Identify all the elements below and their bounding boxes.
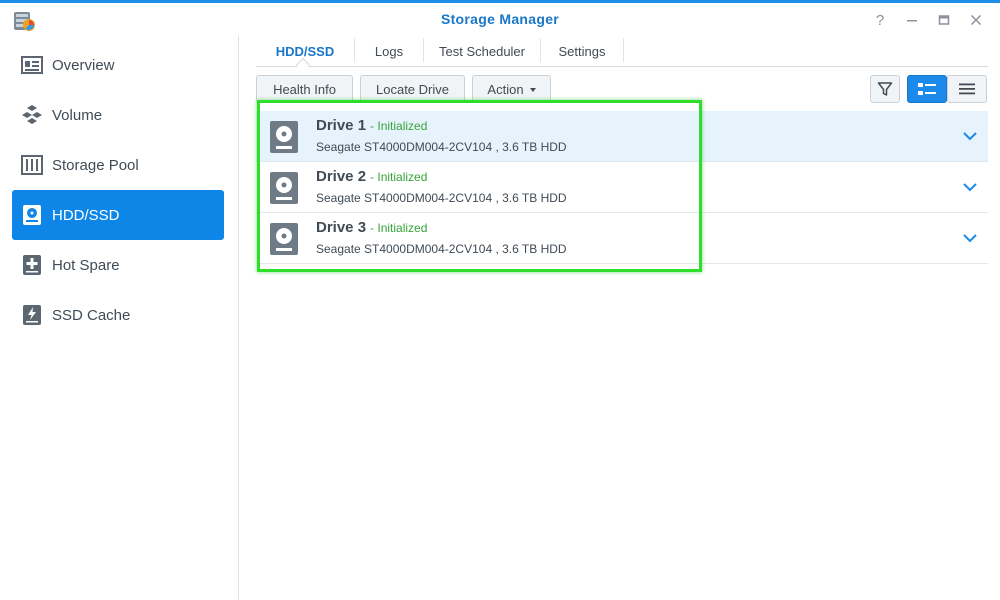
status-badge: - Initialized — [370, 221, 428, 235]
hdd-icon — [270, 121, 298, 153]
hdd-icon — [270, 223, 298, 255]
main-panel: HDD/SSD Logs Test Scheduler Settings Hea… — [240, 36, 1000, 600]
drive-name-text: Drive 1 — [316, 117, 367, 134]
sidebar-item-label: HDD/SSD — [52, 206, 120, 224]
sidebar-item-label: Storage Pool — [52, 156, 139, 174]
chevron-down-icon[interactable] — [962, 179, 978, 195]
sidebar: Overview Volume Storage Pool HDD/SSD Hot… — [0, 36, 239, 600]
tab-bar: HDD/SSD Logs Test Scheduler Settings — [256, 36, 988, 73]
list-detail-view-icon — [918, 83, 936, 95]
action-button-label: Action — [487, 81, 524, 97]
sidebar-item-ssd-cache[interactable]: SSD Cache — [12, 290, 224, 340]
hot-spare-icon — [21, 254, 43, 276]
maximize-icon[interactable] — [933, 9, 955, 31]
status-badge: - Initialized — [370, 119, 428, 133]
sidebar-item-hdd-ssd[interactable]: HDD/SSD — [12, 190, 224, 240]
drive-name: Drive 3- Initialized — [316, 219, 427, 236]
sidebar-item-label: Hot Spare — [52, 256, 120, 274]
hdd-icon — [270, 172, 298, 204]
chevron-down-icon[interactable] — [962, 128, 978, 144]
volume-icon — [21, 104, 43, 126]
filter-icon — [877, 82, 893, 96]
storage-pool-icon — [21, 154, 43, 176]
sidebar-item-label: Overview — [52, 56, 115, 74]
drive-name-text: Drive 2 — [316, 168, 367, 185]
action-button[interactable]: Action — [472, 75, 551, 103]
tab-test-scheduler[interactable]: Test Scheduler — [424, 36, 540, 66]
tab-settings[interactable]: Settings — [541, 36, 623, 66]
drive-description: Seagate ST4000DM004-2CV104 , 3.6 TB HDD — [316, 140, 567, 154]
sidebar-item-label: Volume — [52, 106, 103, 124]
ssd-cache-icon — [21, 304, 43, 326]
drive-description: Seagate ST4000DM004-2CV104 , 3.6 TB HDD — [316, 191, 567, 205]
chevron-down-icon[interactable] — [962, 230, 978, 246]
drive-description: Seagate ST4000DM004-2CV104 , 3.6 TB HDD — [316, 242, 567, 256]
health-info-button[interactable]: Health Info — [256, 75, 353, 103]
sidebar-item-hot-spare[interactable]: Hot Spare — [12, 240, 224, 290]
list-item[interactable]: Drive 3- Initialized Seagate ST4000DM004… — [256, 213, 988, 264]
list-item[interactable]: Drive 1- Initialized Seagate ST4000DM004… — [256, 111, 988, 162]
drive-name: Drive 1- Initialized — [316, 117, 427, 134]
close-icon[interactable] — [965, 9, 987, 31]
sidebar-item-volume[interactable]: Volume — [12, 90, 224, 140]
window-title: Storage Manager — [440, 11, 560, 27]
tab-divider — [623, 38, 624, 62]
detail-view-button[interactable] — [907, 75, 947, 103]
help-icon[interactable]: ? — [869, 9, 891, 31]
list-compact-view-icon — [959, 83, 975, 95]
title-bar: Storage Manager ? — [0, 0, 1000, 36]
filter-button[interactable] — [870, 75, 900, 103]
sidebar-item-storage-pool[interactable]: Storage Pool — [12, 140, 224, 190]
drive-name-text: Drive 3 — [316, 219, 367, 236]
hdd-icon — [21, 204, 43, 226]
drive-name: Drive 2- Initialized — [316, 168, 427, 185]
locate-drive-button[interactable]: Locate Drive — [360, 75, 465, 103]
sidebar-item-label: SSD Cache — [52, 306, 131, 324]
status-badge: - Initialized — [370, 170, 428, 184]
overview-icon — [21, 54, 43, 76]
tab-logs[interactable]: Logs — [355, 36, 423, 66]
compact-view-button[interactable] — [947, 75, 987, 103]
sidebar-item-overview[interactable]: Overview — [12, 40, 224, 90]
minimize-icon[interactable] — [901, 9, 923, 31]
list-item[interactable]: Drive 2- Initialized Seagate ST4000DM004… — [256, 162, 988, 213]
caret-down-icon — [529, 88, 536, 92]
